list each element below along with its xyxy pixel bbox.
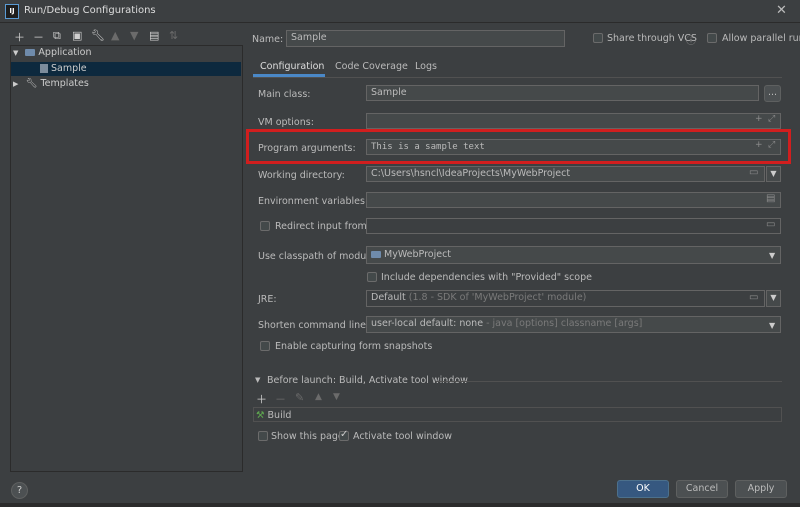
chevron-down-icon[interactable]: ▼: [769, 321, 775, 330]
environment-variables-input[interactable]: [366, 192, 781, 208]
chevron-down-icon: ▼: [770, 169, 777, 178]
title-bar: IJ Run/Debug Configurations ✕: [0, 0, 800, 23]
section-divider: [436, 381, 782, 382]
environment-variables-label: Environment variables:: [258, 196, 369, 207]
vm-options-input[interactable]: [366, 113, 781, 129]
capture-snapshots-label: Enable capturing form snapshots: [275, 341, 433, 352]
working-directory-input[interactable]: C:\Users\hsncl\IdeaProjects\MyWebProject: [366, 166, 765, 182]
show-page-checkbox[interactable]: [258, 431, 268, 441]
apply-button[interactable]: Apply: [735, 480, 787, 498]
remove-icon[interactable]: －: [33, 29, 44, 45]
folder-icon[interactable]: ▤: [149, 29, 159, 42]
expand-arrow-icon[interactable]: ▼: [13, 49, 18, 57]
remove-task-icon[interactable]: －: [275, 391, 286, 407]
copy-icon[interactable]: ⧉: [53, 29, 61, 43]
activate-tool-window-label: Activate tool window: [353, 431, 453, 442]
shorten-value: user-local default: none: [371, 318, 484, 329]
tab-divider: [253, 77, 782, 78]
main-class-input[interactable]: Sample: [366, 85, 759, 101]
browse-main-class-button[interactable]: ...: [764, 85, 781, 102]
include-dependencies-label: Include dependencies with "Provided" sco…: [381, 272, 592, 283]
tree-item-label: Sample: [51, 63, 87, 74]
working-directory-label: Working directory:: [258, 170, 345, 181]
move-up-icon[interactable]: ▲: [111, 29, 119, 42]
move-down-icon[interactable]: ▼: [130, 29, 138, 42]
tab-code-coverage[interactable]: Code Coverage: [335, 61, 408, 72]
allow-parallel-checkbox[interactable]: [707, 33, 717, 43]
name-input[interactable]: Sample: [286, 30, 565, 47]
before-launch-list: [253, 407, 782, 422]
list-item-label: Build: [267, 410, 292, 421]
main-class-label: Main class:: [258, 89, 311, 100]
tree-item-label: Templates: [40, 78, 89, 89]
class-icon: [40, 64, 48, 73]
module-icon: [371, 251, 381, 258]
window-title: Run/Debug Configurations: [24, 5, 156, 16]
edit-task-icon[interactable]: ✎: [295, 391, 304, 404]
share-vcs-checkbox[interactable]: [593, 33, 603, 43]
allow-parallel-label: Allow parallel run: [722, 33, 800, 44]
intellij-app-icon: IJ: [5, 4, 19, 19]
wrench-icon: 🔧︎: [25, 78, 38, 89]
configurations-tree-panel: [10, 45, 243, 472]
add-icon[interactable]: ＋: [14, 29, 25, 45]
folder-browse-icon[interactable]: ▭: [749, 167, 758, 178]
working-directory-dropdown[interactable]: ▼: [766, 166, 781, 182]
shorten-command-line-select[interactable]: user-local default: none - java [options…: [366, 316, 781, 333]
redirect-input-label: Redirect input from:: [275, 221, 370, 232]
collapse-arrow-icon[interactable]: ▼: [255, 376, 260, 384]
hammer-icon: ⚒: [256, 410, 265, 421]
ok-button[interactable]: OK: [617, 480, 669, 498]
jre-value: Default: [371, 292, 406, 303]
redirect-input-field[interactable]: [366, 218, 781, 234]
move-up-icon[interactable]: ▲: [315, 392, 322, 402]
expand-field-icon[interactable]: ⤢: [768, 114, 775, 124]
application-icon: [25, 49, 36, 56]
move-down-icon[interactable]: ▼: [333, 392, 340, 402]
shorten-command-line-label: Shorten command line:: [258, 320, 370, 331]
classpath-module-select[interactable]: MyWebProject: [366, 246, 781, 264]
include-dependencies-checkbox[interactable]: [367, 272, 377, 282]
cancel-button[interactable]: Cancel: [676, 480, 728, 498]
tree-item-label: Application: [38, 47, 92, 58]
share-vcs-label: Share through VCS: [607, 33, 697, 44]
help-button[interactable]: ?: [11, 482, 28, 499]
name-label: Name:: [252, 34, 284, 45]
tree-item-templates[interactable]: ▶ 🔧︎ Templates: [13, 77, 89, 91]
wrench-icon[interactable]: 🔧︎: [91, 29, 105, 42]
save-icon[interactable]: ▣: [72, 29, 82, 42]
jre-label: JRE:: [258, 294, 277, 305]
redirect-input-checkbox[interactable]: [260, 221, 270, 231]
show-page-label: Show this page: [271, 431, 344, 442]
vm-options-label: VM options:: [258, 117, 314, 128]
close-icon[interactable]: ✕: [776, 3, 787, 18]
edit-env-icon[interactable]: ▤: [766, 193, 775, 204]
folder-browse-icon[interactable]: ▭: [749, 292, 758, 303]
activate-tool-window-checkbox[interactable]: [339, 429, 349, 441]
expand-plus-icon[interactable]: +: [755, 114, 763, 124]
jre-input[interactable]: Default (1.8 - SDK of 'MyWebProject' mod…: [366, 290, 765, 307]
jre-detail: (1.8 - SDK of 'MyWebProject' module): [408, 292, 587, 303]
classpath-module-label: Use classpath of module:: [258, 251, 378, 262]
jre-dropdown[interactable]: ▼: [766, 290, 781, 307]
collapse-arrow-icon[interactable]: ▶: [13, 80, 18, 88]
help-circle-icon[interactable]: ⓘ: [686, 32, 696, 47]
sort-icon[interactable]: ⇅: [169, 29, 178, 42]
chevron-down-icon: ▼: [770, 293, 777, 302]
tree-item-application[interactable]: ▼ Application: [13, 46, 92, 60]
shorten-detail: - java [options] classname [args]: [483, 318, 643, 329]
add-task-icon[interactable]: ＋: [256, 391, 267, 407]
folder-browse-icon[interactable]: ▭: [766, 219, 775, 230]
tab-logs[interactable]: Logs: [415, 61, 437, 72]
tree-item-sample[interactable]: Sample: [40, 62, 87, 76]
capture-snapshots-checkbox[interactable]: [260, 341, 270, 351]
list-item[interactable]: ⚒ Build: [256, 410, 291, 421]
bottom-strip: [0, 503, 800, 507]
highlight-box: [246, 129, 791, 164]
chevron-down-icon[interactable]: ▼: [769, 251, 775, 260]
tab-configuration[interactable]: Configuration: [260, 61, 324, 72]
classpath-module-value: MyWebProject: [384, 249, 452, 260]
